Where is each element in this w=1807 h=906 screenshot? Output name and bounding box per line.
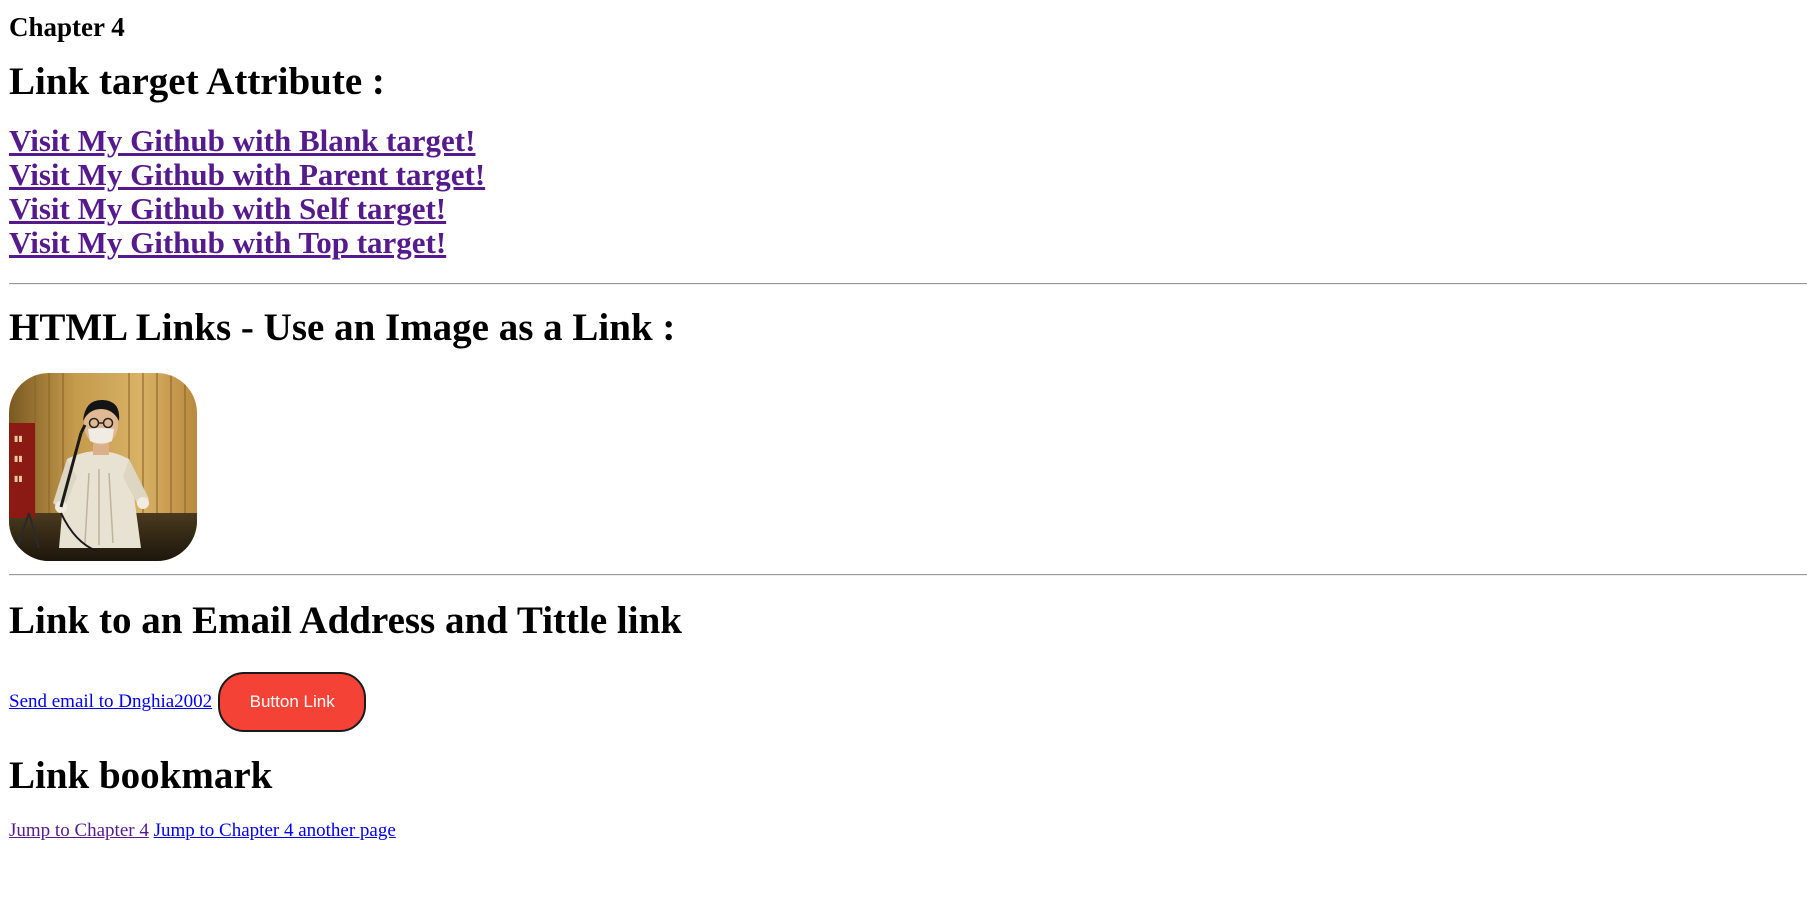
bookmark-heading: Link bookmark <box>9 754 273 797</box>
button-link[interactable]: Button Link <box>218 672 367 732</box>
divider <box>9 574 1807 576</box>
svg-text:▮▮: ▮▮ <box>14 434 23 443</box>
send-email-link[interactable]: Send email to Dnghia2002 <box>9 691 212 713</box>
image-link[interactable]: ▮▮ ▮▮ ▮▮ <box>9 373 197 561</box>
github-blank-target-link[interactable]: Visit My Github with Blank target! <box>9 124 475 158</box>
image-link-heading: HTML Links - Use an Image as a Link : <box>9 306 676 349</box>
svg-text:▮▮: ▮▮ <box>14 454 23 463</box>
email-heading: Link to an Email Address and Tittle link <box>9 599 682 642</box>
target-links-list: Visit My Github with Blank target! Visit… <box>9 124 1798 260</box>
link-target-heading: Link target Attribute : <box>9 60 385 103</box>
svg-text:▮▮: ▮▮ <box>14 474 23 483</box>
jump-to-chapter-4-another-page-link[interactable]: Jump to Chapter 4 another page <box>154 820 396 841</box>
jump-to-chapter-4-link[interactable]: Jump to Chapter 4 <box>9 820 149 841</box>
github-top-target-link[interactable]: Visit My Github with Top target! <box>9 226 446 260</box>
chapter-heading: Chapter 4 <box>9 12 125 42</box>
github-parent-target-link[interactable]: Visit My Github with Parent target! <box>9 158 485 192</box>
divider <box>9 283 1807 285</box>
bookmark-row: Jump to Chapter 4 Jump to Chapter 4 anot… <box>9 820 1798 842</box>
profile-photo: ▮▮ ▮▮ ▮▮ <box>9 373 197 561</box>
github-self-target-link[interactable]: Visit My Github with Self target! <box>9 192 446 226</box>
email-row: Send email to Dnghia2002 Button Link <box>9 671 1798 733</box>
page-content: Chapter 4 Link target Attribute : Visit … <box>0 0 1807 842</box>
